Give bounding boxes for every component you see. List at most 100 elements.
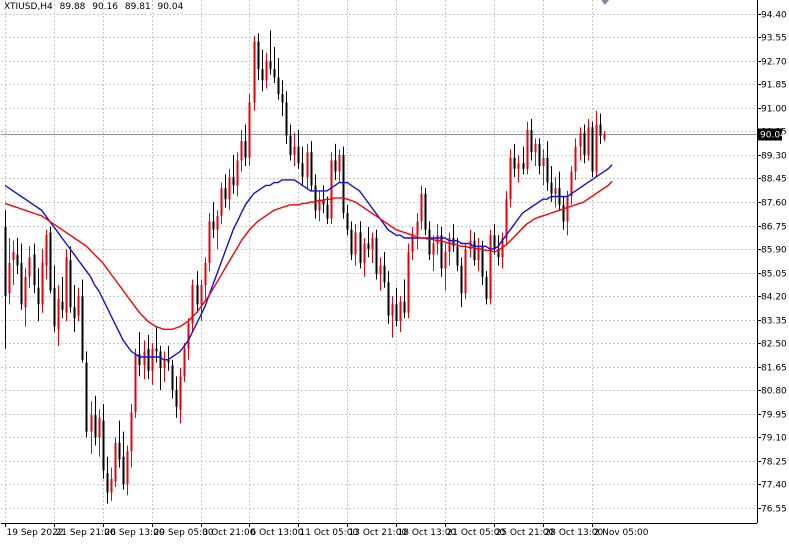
candle-body: [583, 132, 586, 155]
candle-body: [542, 157, 545, 167]
candle-body: [285, 102, 288, 136]
candle-body: [403, 301, 406, 313]
candle-body: [367, 243, 370, 250]
candle-body: [16, 254, 19, 266]
candle-body: [338, 154, 341, 172]
candle-body: [517, 163, 520, 169]
candle-body: [591, 127, 594, 172]
x-tick-label: 6 Oct 13:00: [251, 528, 304, 538]
candle-body: [269, 60, 272, 70]
candle-body: [216, 215, 219, 230]
y-tick-label: 83.35: [761, 317, 787, 327]
y-tick-label: 79.95: [761, 411, 787, 421]
candle-body: [460, 265, 463, 294]
chart-canvas[interactable]: 94.4093.5592.7091.8591.0090.1589.3088.45…: [0, 0, 789, 541]
candle-body: [155, 348, 158, 352]
candle-body: [603, 134, 606, 139]
candle-body: [485, 276, 488, 299]
candle-body: [452, 237, 455, 247]
candle-body: [253, 41, 256, 103]
candle-body: [326, 204, 329, 219]
price-chart[interactable]: 94.4093.5592.7091.8591.0090.1589.3088.45…: [0, 0, 789, 541]
candle-body: [301, 163, 304, 178]
y-tick-label: 92.70: [761, 58, 787, 68]
candle-body: [436, 235, 439, 244]
candle-body: [354, 232, 357, 255]
candle-body: [232, 177, 235, 186]
candle-body: [428, 229, 431, 255]
candle-body: [20, 262, 23, 305]
candle-body: [554, 188, 557, 194]
candle-body: [81, 296, 84, 360]
y-tick-label: 91.85: [761, 81, 787, 91]
candle-body: [261, 69, 264, 81]
y-tick-label: 76.55: [761, 505, 787, 515]
candle-body: [122, 456, 125, 485]
y-tick-label: 85.90: [761, 246, 787, 256]
y-tick-label: 78.25: [761, 458, 787, 468]
candle-body: [151, 348, 154, 371]
candle-body: [244, 141, 247, 158]
candle-body: [595, 124, 598, 172]
candle-body: [363, 243, 366, 263]
candle-body: [273, 69, 276, 78]
candle-body: [212, 221, 215, 230]
candle-body: [489, 235, 492, 299]
candle-body: [126, 451, 129, 485]
candle-body: [200, 285, 203, 305]
candle-body: [45, 235, 48, 266]
y-tick-label: 89.30: [761, 152, 787, 162]
y-tick-label: 87.60: [761, 199, 787, 209]
candle-body: [220, 188, 223, 216]
candle-body: [130, 412, 133, 452]
x-tick-label: 3 Oct 21:00: [203, 528, 256, 538]
candle-body: [187, 323, 190, 349]
candle-body: [24, 276, 27, 308]
candle-body: [159, 351, 162, 369]
candle-body: [310, 152, 313, 186]
candle-body: [236, 160, 239, 186]
y-tick-label: 85.05: [761, 270, 787, 280]
y-tick-label: 82.50: [761, 340, 787, 350]
y-tick-label: 84.20: [761, 293, 787, 303]
candle-body: [49, 232, 52, 291]
candle-body: [350, 229, 353, 255]
y-tick-label: 86.75: [761, 223, 787, 233]
candle-body: [342, 154, 345, 214]
candle-body: [90, 415, 93, 432]
candle-body: [73, 307, 76, 319]
x-tick-label: 2 Nov 05:00: [594, 528, 649, 538]
candle-body: [228, 177, 231, 200]
candle-body: [306, 152, 309, 178]
candle-body: [456, 246, 459, 266]
candle-body: [391, 304, 394, 316]
candle-body: [416, 221, 419, 236]
candle-body: [473, 240, 476, 261]
candle-body: [530, 130, 533, 153]
candle-body: [505, 199, 508, 238]
candle-body: [420, 193, 423, 222]
candle-body: [204, 262, 207, 286]
candle-body: [346, 213, 349, 230]
candle-body: [493, 235, 496, 250]
candle-body: [106, 473, 109, 493]
candle-body: [424, 193, 427, 230]
candle-body: [98, 417, 101, 438]
candle-body: [599, 124, 602, 136]
y-tick-label: 80.80: [761, 387, 787, 397]
candle-body: [69, 260, 72, 308]
candle-body: [371, 237, 374, 250]
candle-body: [513, 157, 516, 169]
candle-body: [8, 262, 11, 294]
candle-body: [102, 420, 105, 471]
candle-body: [4, 226, 7, 297]
candle-body: [179, 376, 182, 410]
candle-body: [432, 243, 435, 255]
candle-body: [546, 157, 549, 183]
candle-body: [297, 146, 300, 164]
y-tick-label: 79.10: [761, 434, 787, 444]
candle-body: [330, 160, 333, 219]
candle-body: [395, 304, 398, 321]
y-tick-label: 93.55: [761, 34, 787, 44]
candle-body: [57, 298, 60, 330]
